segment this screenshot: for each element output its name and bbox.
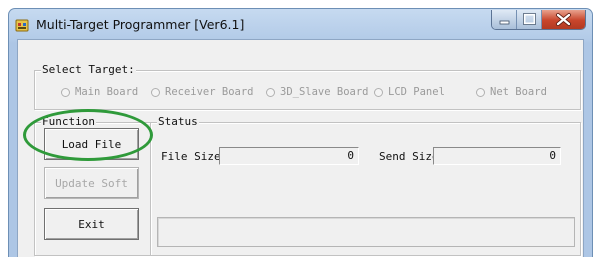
radio-label: 3D_Slave Board <box>280 86 369 98</box>
radio-label: Main Board <box>75 86 139 98</box>
maximize-button[interactable] <box>517 10 542 29</box>
caption-buttons <box>491 10 586 30</box>
file-size-label: File Size: <box>161 150 228 163</box>
send-size-label: Send Size <box>379 150 439 163</box>
window-title: Multi-Target Programmer [Ver6.1] <box>36 17 245 32</box>
send-size-field: 0 <box>433 147 561 165</box>
radio-label: Receiver Board <box>165 86 254 98</box>
radio-circle-icon <box>476 87 485 97</box>
radio-main-board[interactable]: Main Board <box>61 86 138 98</box>
update-soft-button[interactable]: Update Soft <box>44 167 139 199</box>
load-file-button[interactable]: Load File <box>44 128 139 160</box>
radio-circle-icon <box>374 87 383 97</box>
radio-circle-icon <box>61 87 70 97</box>
file-size-field: 0 <box>219 147 359 165</box>
radio-lcd-panel[interactable]: LCD Panel <box>374 86 445 98</box>
status-label: Status <box>157 115 199 129</box>
minimize-button[interactable] <box>492 10 517 29</box>
close-button[interactable] <box>542 10 585 29</box>
radio-label: LCD Panel <box>388 86 445 98</box>
maximize-icon <box>523 13 536 25</box>
radio-circle-icon <box>151 87 160 97</box>
radio-3d-slave-board[interactable]: 3D_Slave Board <box>266 86 369 98</box>
minimize-icon <box>499 20 510 25</box>
progress-bar <box>157 217 575 247</box>
app-window: Multi-Target Programmer [Ver6.1] Select … <box>8 8 593 257</box>
title-bar[interactable]: Multi-Target Programmer [Ver6.1] <box>9 9 592 39</box>
radio-label: Net Board <box>490 86 547 98</box>
function-label: Function <box>41 115 96 129</box>
close-icon <box>556 13 571 26</box>
select-target-label: Select Target: <box>41 63 136 77</box>
radio-net-board[interactable]: Net Board <box>476 86 547 98</box>
app-icon <box>15 19 29 32</box>
radio-receiver-board[interactable]: Receiver Board <box>151 86 254 98</box>
client-area: Select Target: Main Board Receiver Board… <box>17 39 584 257</box>
radio-circle-icon <box>266 87 275 97</box>
exit-button[interactable]: Exit <box>44 208 139 240</box>
